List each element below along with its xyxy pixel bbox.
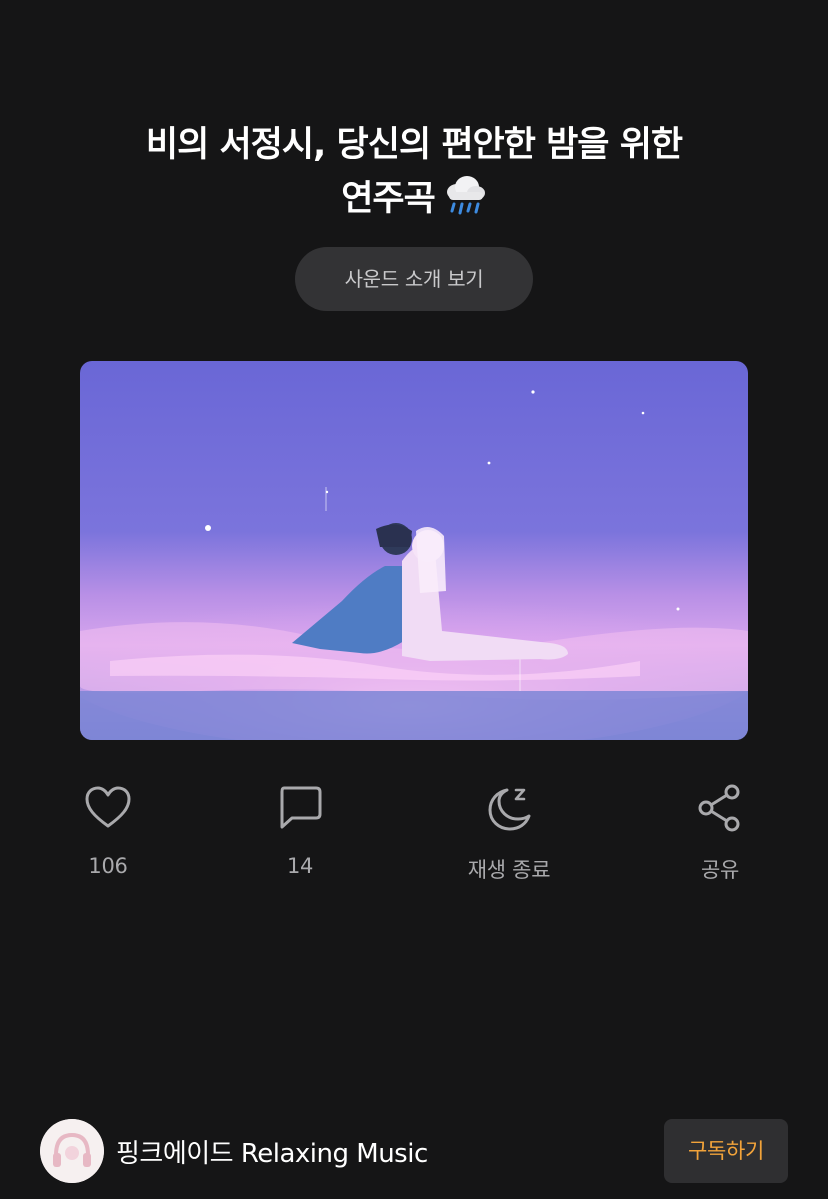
heart-icon[interactable]	[28, 782, 188, 834]
comment-action[interactable]: 14	[220, 782, 380, 878]
share-action[interactable]: 공유	[640, 782, 800, 884]
channel-info[interactable]: 핑크에이드 Relaxing Music	[40, 1118, 428, 1184]
sound-intro-button[interactable]: 사운드 소개 보기	[295, 247, 533, 311]
share-icon[interactable]	[640, 782, 800, 834]
comment-count: 14	[286, 854, 314, 878]
rain-cloud-icon	[443, 174, 487, 232]
sleep-timer-label: 재생 종료	[467, 858, 551, 882]
like-count: 106	[88, 854, 128, 878]
sound-title-line-1: 비의 서정시, 당신의 편안한 밤을 위한	[145, 125, 683, 165]
channel-avatar[interactable]	[40, 1119, 104, 1183]
sleep-timer-action[interactable]: 재생 종료	[429, 782, 589, 884]
share-label: 공유	[700, 858, 740, 882]
sound-thumbnail	[80, 361, 748, 740]
comment-icon[interactable]	[220, 782, 380, 834]
subscribe-button[interactable]: 구독하기	[664, 1119, 788, 1183]
channel-name[interactable]: 핑크에이드 Relaxing Music	[116, 1133, 428, 1170]
sound-title: 비의 서정시, 당신의 편안한 밤을 위한 연주곡	[60, 118, 768, 232]
sound-title-text: 연주곡	[341, 179, 436, 219]
moon-sleep-icon[interactable]	[429, 782, 589, 834]
like-action[interactable]: 106	[28, 782, 188, 878]
sound-title-line-2: 연주곡	[60, 172, 768, 232]
